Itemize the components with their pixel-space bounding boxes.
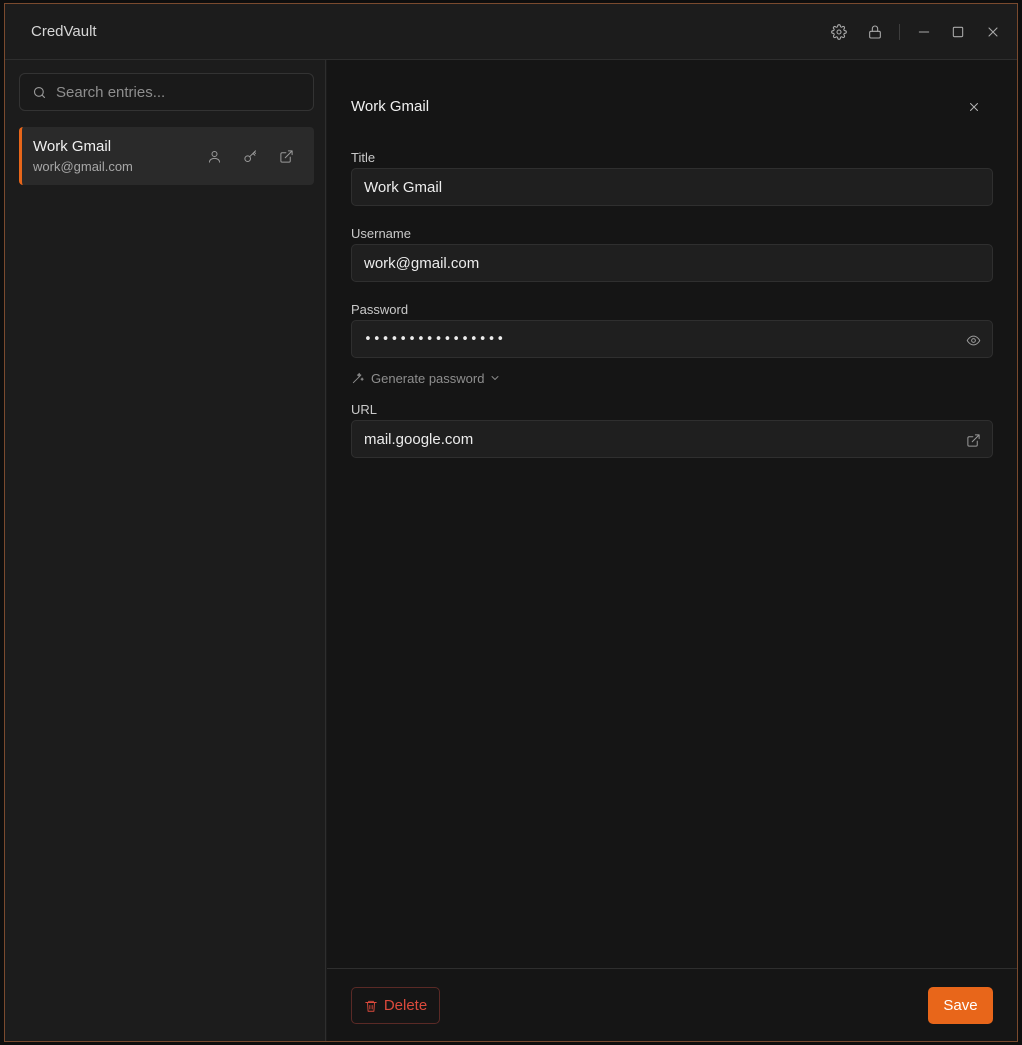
password-input[interactable] bbox=[364, 321, 954, 357]
generate-password-label: Generate password bbox=[371, 370, 485, 386]
username-input[interactable] bbox=[364, 245, 954, 281]
entry-title: Work Gmail bbox=[33, 138, 112, 155]
minimize-button[interactable] bbox=[913, 21, 935, 43]
close-window-button[interactable] bbox=[982, 21, 1004, 43]
save-button[interactable]: Save bbox=[928, 987, 993, 1024]
delete-button[interactable]: Delete bbox=[351, 987, 440, 1024]
lock-button[interactable] bbox=[864, 21, 886, 43]
title-input[interactable] bbox=[364, 169, 954, 205]
trash-icon bbox=[364, 999, 378, 1013]
url-input[interactable] bbox=[364, 421, 954, 457]
magic-wand-icon bbox=[351, 371, 365, 385]
title-field[interactable] bbox=[351, 168, 993, 206]
settings-button[interactable] bbox=[828, 21, 850, 43]
url-label: URL bbox=[351, 402, 378, 417]
sidebar: Work Gmail work@gmail.com bbox=[5, 60, 326, 1041]
copy-password-button[interactable] bbox=[240, 146, 260, 166]
maximize-icon bbox=[950, 24, 966, 40]
user-icon bbox=[207, 149, 222, 164]
title-label: Title bbox=[351, 150, 376, 165]
close-icon bbox=[967, 100, 981, 114]
password-label: Password bbox=[351, 302, 409, 317]
key-icon bbox=[243, 149, 258, 164]
titlebar-divider bbox=[899, 24, 900, 40]
panel-footer: Delete Save bbox=[327, 968, 1017, 1041]
app-title: CredVault bbox=[31, 23, 97, 40]
app-window: CredVault Search entries... Work Gmail w… bbox=[4, 3, 1018, 1042]
search-box[interactable] bbox=[19, 73, 314, 111]
password-field[interactable] bbox=[351, 320, 993, 358]
url-field[interactable] bbox=[351, 420, 993, 458]
generate-password-button[interactable]: Generate password bbox=[351, 369, 501, 387]
entry-item-work-gmail[interactable]: Work Gmail work@gmail.com bbox=[19, 127, 314, 185]
entry-detail-panel: Work Gmail Title Username Password bbox=[327, 60, 1017, 1041]
username-label: Username bbox=[351, 226, 411, 241]
maximize-button[interactable] bbox=[947, 21, 969, 43]
open-url-button[interactable] bbox=[276, 146, 296, 166]
lock-icon bbox=[867, 24, 883, 40]
username-field[interactable] bbox=[351, 244, 993, 282]
external-link-icon bbox=[966, 433, 981, 448]
title-bar[interactable]: CredVault bbox=[5, 4, 1017, 60]
gear-icon bbox=[831, 24, 847, 40]
entry-username: work@gmail.com bbox=[33, 159, 133, 174]
toggle-password-visibility-button[interactable] bbox=[964, 331, 982, 349]
open-url-button[interactable] bbox=[964, 431, 982, 449]
chevron-down-icon bbox=[484, 372, 501, 384]
external-link-icon bbox=[279, 149, 294, 164]
delete-label: Delete bbox=[383, 997, 428, 1014]
panel-title: Work Gmail bbox=[351, 98, 430, 115]
close-panel-button[interactable] bbox=[963, 96, 985, 118]
minimize-icon bbox=[916, 24, 932, 40]
search-input[interactable] bbox=[56, 74, 306, 110]
eye-icon bbox=[966, 333, 981, 348]
close-icon bbox=[985, 24, 1001, 40]
copy-username-button[interactable] bbox=[204, 146, 224, 166]
